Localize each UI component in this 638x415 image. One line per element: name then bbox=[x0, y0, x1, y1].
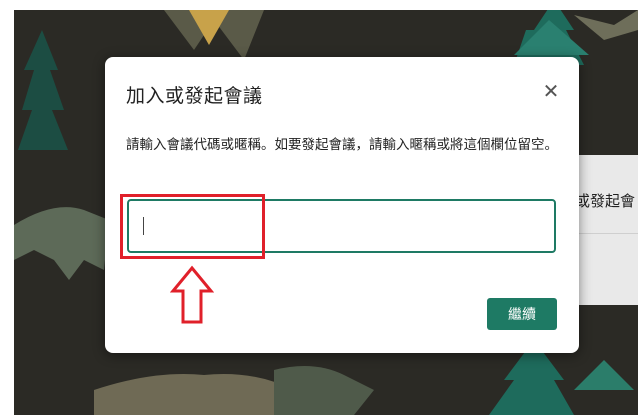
close-icon: ✕ bbox=[542, 79, 560, 103]
dialog-title: 加入或發起會議 bbox=[126, 85, 263, 107]
annotation-up-arrow-icon bbox=[170, 265, 214, 324]
dialog-description: 請輸入會議代碼或暱稱。如要發起會議，請輸入暱稱或將這個欄位留空。 bbox=[126, 137, 558, 153]
background-card-text: 或發起會 bbox=[575, 192, 636, 210]
continue-button[interactable]: 繼續 bbox=[487, 298, 557, 330]
close-button[interactable]: ✕ bbox=[539, 79, 563, 103]
annotation-highlight-box bbox=[120, 194, 265, 259]
